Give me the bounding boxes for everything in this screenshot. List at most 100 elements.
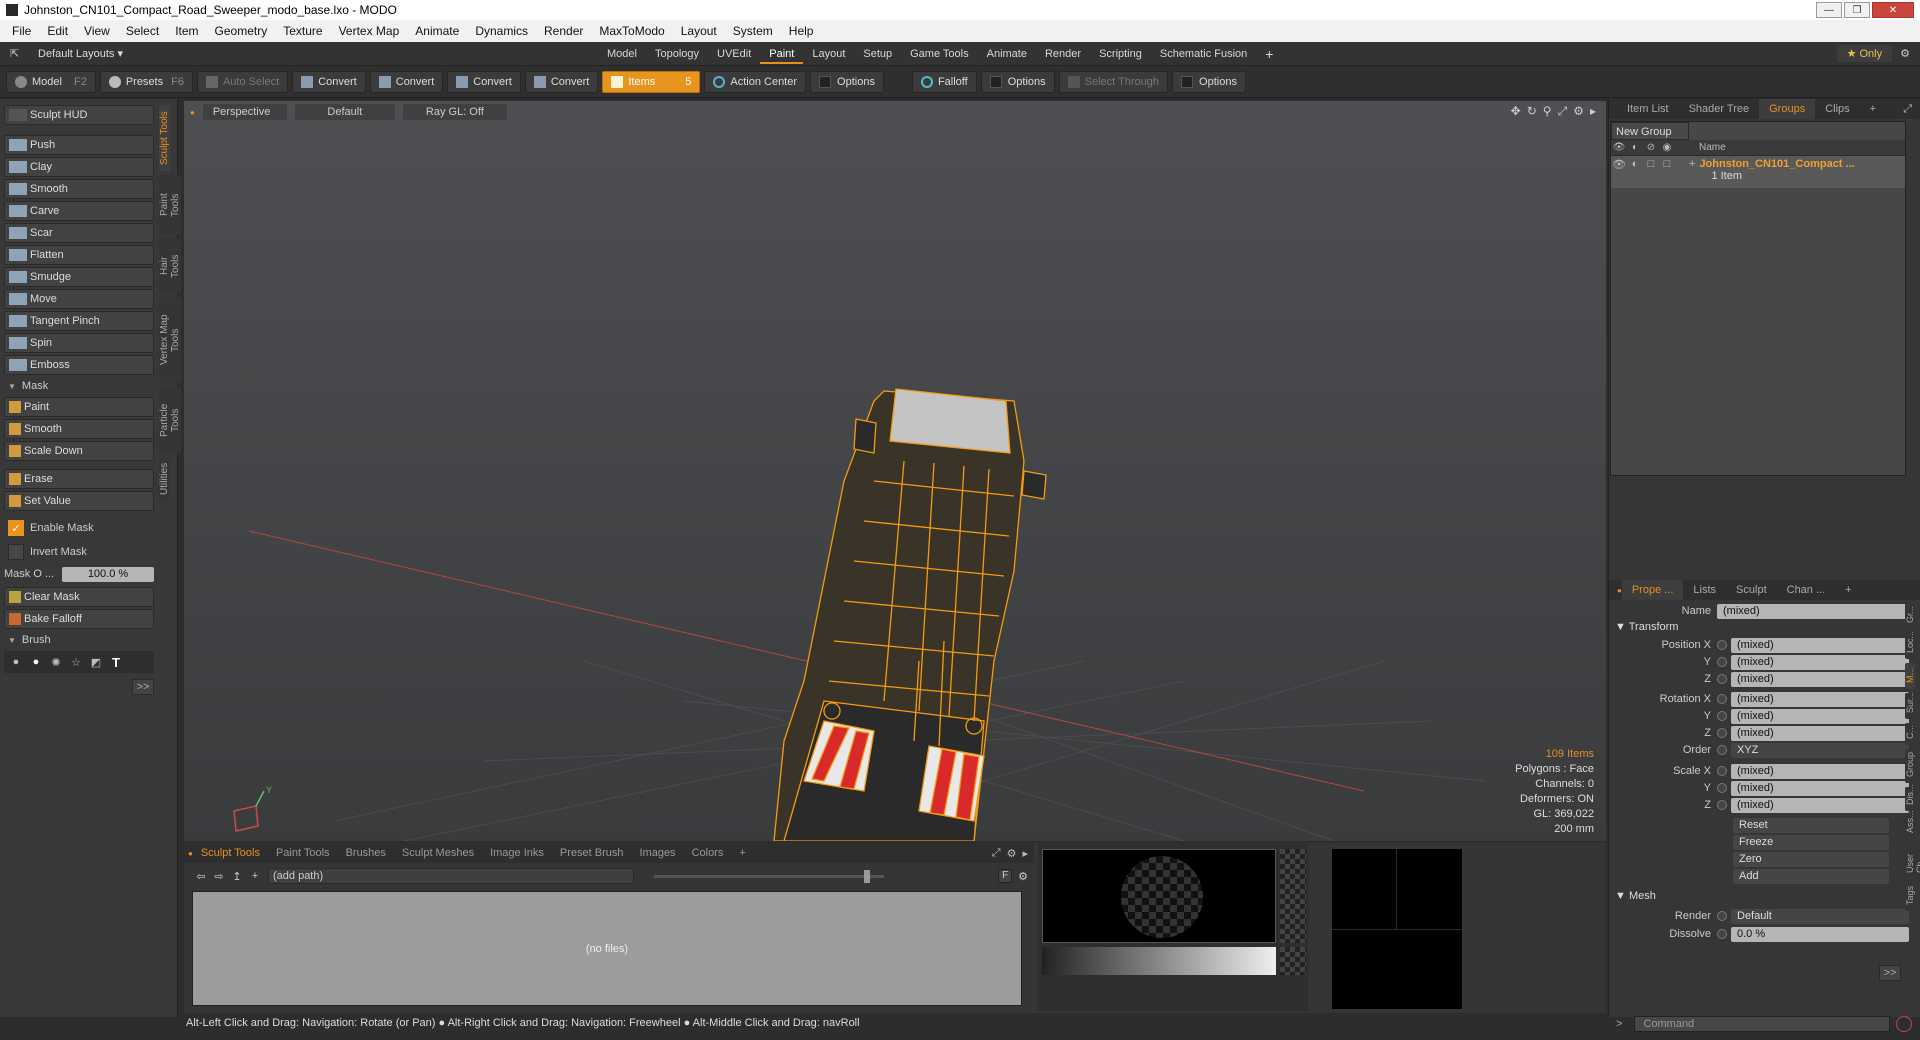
convert-edges-button[interactable]: Convert (369, 70, 444, 93)
menu-render[interactable]: Render (536, 24, 591, 38)
menu-geometry[interactable]: Geometry (207, 24, 276, 38)
key-icon[interactable] (1717, 640, 1727, 650)
only-toggle[interactable]: ★ Only (1836, 45, 1893, 62)
soft-brush-icon[interactable]: ● (6, 656, 26, 668)
close-icon[interactable]: ✕ (1872, 2, 1914, 18)
side-tab-c[interactable]: C... (1905, 723, 1915, 745)
position-z-field[interactable]: (mixed) (1731, 671, 1909, 687)
minimize-icon[interactable]: — (1816, 2, 1842, 18)
select-icon[interactable]: ◉ (1659, 142, 1675, 153)
render-icon[interactable]: ◐ (1627, 142, 1643, 153)
add-tab-button[interactable]: + (731, 843, 753, 863)
tab-groups[interactable]: Groups (1759, 99, 1816, 119)
menu-edit[interactable]: Edit (39, 24, 76, 38)
side-tab-user-channels[interactable]: User Ch... (1905, 843, 1920, 883)
convert-materials-button[interactable]: Convert (524, 70, 599, 93)
tab-channels[interactable]: Chan ... (1777, 580, 1836, 600)
command-history-icon[interactable] (1896, 1016, 1912, 1032)
transform-header[interactable]: ▼ Transform (1615, 621, 1678, 633)
tool-push[interactable]: Push (4, 135, 154, 155)
render-dropdown[interactable]: Default (1731, 908, 1909, 924)
side-tab-mesh[interactable]: M... (1905, 663, 1915, 689)
add-dropdown[interactable]: Add (1733, 868, 1889, 884)
options-checkbox[interactable] (989, 75, 1002, 88)
action-center-options-button[interactable]: Options (810, 70, 884, 93)
view-type-dropdown[interactable]: Perspective (202, 104, 287, 120)
tab-render[interactable]: Render (1036, 44, 1090, 64)
tab-model[interactable]: Model (598, 44, 646, 64)
tab-paint[interactable]: Paint (760, 44, 804, 64)
new-group-button[interactable]: New Group (1611, 122, 1689, 140)
menu-vertex-map[interactable]: Vertex Map (331, 24, 408, 38)
rotation-y-field[interactable]: (mixed) (1731, 708, 1909, 724)
tab-game-tools[interactable]: Game Tools (901, 44, 978, 64)
star-brush-icon[interactable]: ☆ (66, 656, 86, 669)
add-tab-button[interactable]: + (1256, 44, 1282, 64)
menu-select[interactable]: Select (118, 24, 167, 38)
raygl-toggle[interactable]: Ray GL: Off (402, 104, 507, 120)
name-field[interactable]: (mixed) (1717, 603, 1909, 619)
dissolve-field[interactable]: 0.0 % (1731, 926, 1909, 942)
key-icon[interactable] (1717, 728, 1727, 738)
menu-help[interactable]: Help (781, 24, 822, 38)
path-settings-icon[interactable]: ⚙ (1018, 870, 1028, 883)
invert-mask-toggle[interactable]: Invert Mask (4, 541, 154, 563)
tab-topology[interactable]: Topology (646, 44, 708, 64)
convert-vertices-button[interactable]: Convert (292, 70, 366, 93)
mask-smooth[interactable]: Smooth (4, 419, 154, 439)
tab-properties[interactable]: Prope ... (1621, 580, 1684, 600)
properties-expand-button[interactable]: >> (1879, 965, 1901, 981)
tab-image-inks[interactable]: Image Inks (482, 843, 552, 863)
tab-shader-tree[interactable]: Shader Tree (1679, 99, 1760, 119)
select-options-button[interactable]: Options (1172, 70, 1246, 93)
vtab-particle-tools[interactable]: Particle Tools (159, 387, 181, 453)
tab-lists[interactable]: Lists (1683, 580, 1726, 600)
mask-scale-down[interactable]: Scale Down (4, 441, 154, 461)
key-icon[interactable] (1717, 800, 1727, 810)
viewport-expand-icon[interactable]: ▸ (1590, 104, 1596, 119)
tool-spin[interactable]: Spin (4, 333, 154, 353)
tab-colors[interactable]: Colors (684, 843, 732, 863)
sculpt-hud-button[interactable]: Sculpt HUD (4, 105, 154, 125)
menu-texture[interactable]: Texture (275, 24, 330, 38)
clear-mask-button[interactable]: Clear Mask (4, 587, 154, 607)
visibility-icon[interactable]: 👁 (1611, 142, 1627, 153)
options-checkbox[interactable] (1181, 75, 1194, 88)
text-brush-icon[interactable]: T (106, 655, 126, 670)
expand-button[interactable]: >> (132, 679, 154, 695)
mask-section[interactable]: ▼ Mask (4, 377, 154, 395)
key-icon[interactable] (1717, 745, 1727, 755)
tool-smooth[interactable]: Smooth (4, 179, 154, 199)
options-checkbox[interactable] (819, 75, 832, 88)
tool-move[interactable]: Move (4, 289, 154, 309)
viewport-settings-icon[interactable]: ⚙ (1573, 104, 1584, 119)
key-icon[interactable] (1717, 766, 1727, 776)
group-row[interactable]: 👁 ◐ □ □ + Johnston_CN101_Compact ... 1 I… (1611, 156, 1905, 188)
filter-button[interactable]: F (998, 869, 1013, 883)
invert-mask-checkbox[interactable] (8, 544, 24, 560)
presets-button[interactable]: Presets F6 (99, 70, 193, 93)
key-icon[interactable] (1717, 783, 1727, 793)
panel-expand-icon[interactable]: ▸ (1022, 847, 1028, 860)
tab-brushes[interactable]: Brushes (338, 843, 394, 863)
key-icon[interactable] (1717, 657, 1727, 667)
vtab-utilities[interactable]: Utilities (159, 457, 170, 501)
rotation-z-field[interactable]: (mixed) (1731, 725, 1909, 741)
vtab-hair-tools[interactable]: Hair Tools (159, 239, 181, 293)
3d-viewport[interactable]: Y ● Perspective Default Ray GL: Off ✥ ↻ … (184, 101, 1606, 841)
tab-uvedit[interactable]: UVEdit (708, 44, 760, 64)
command-input[interactable]: Command (1634, 1016, 1890, 1032)
rotation-x-field[interactable]: (mixed) (1731, 691, 1909, 707)
tab-sculpt-tools[interactable]: Sculpt Tools (193, 843, 268, 863)
side-tab-display[interactable]: Dis... (1905, 784, 1915, 811)
bake-falloff-button[interactable]: Bake Falloff (4, 609, 154, 629)
slider-handle[interactable] (864, 869, 870, 883)
mesh-header[interactable]: ▼ Mesh (1615, 890, 1656, 902)
forward-arrow-icon[interactable]: ⇨ (210, 870, 228, 883)
add-tab-icon[interactable]: + (1835, 580, 1861, 600)
rotate-icon[interactable]: ↻ (1527, 104, 1537, 119)
side-tab-surface[interactable]: Sur... (1905, 692, 1915, 719)
tab-setup[interactable]: Setup (854, 44, 901, 64)
enable-mask-toggle[interactable]: ✓ Enable Mask (4, 517, 154, 539)
layouts-dropdown[interactable]: Default Layouts ▾ (38, 47, 598, 60)
